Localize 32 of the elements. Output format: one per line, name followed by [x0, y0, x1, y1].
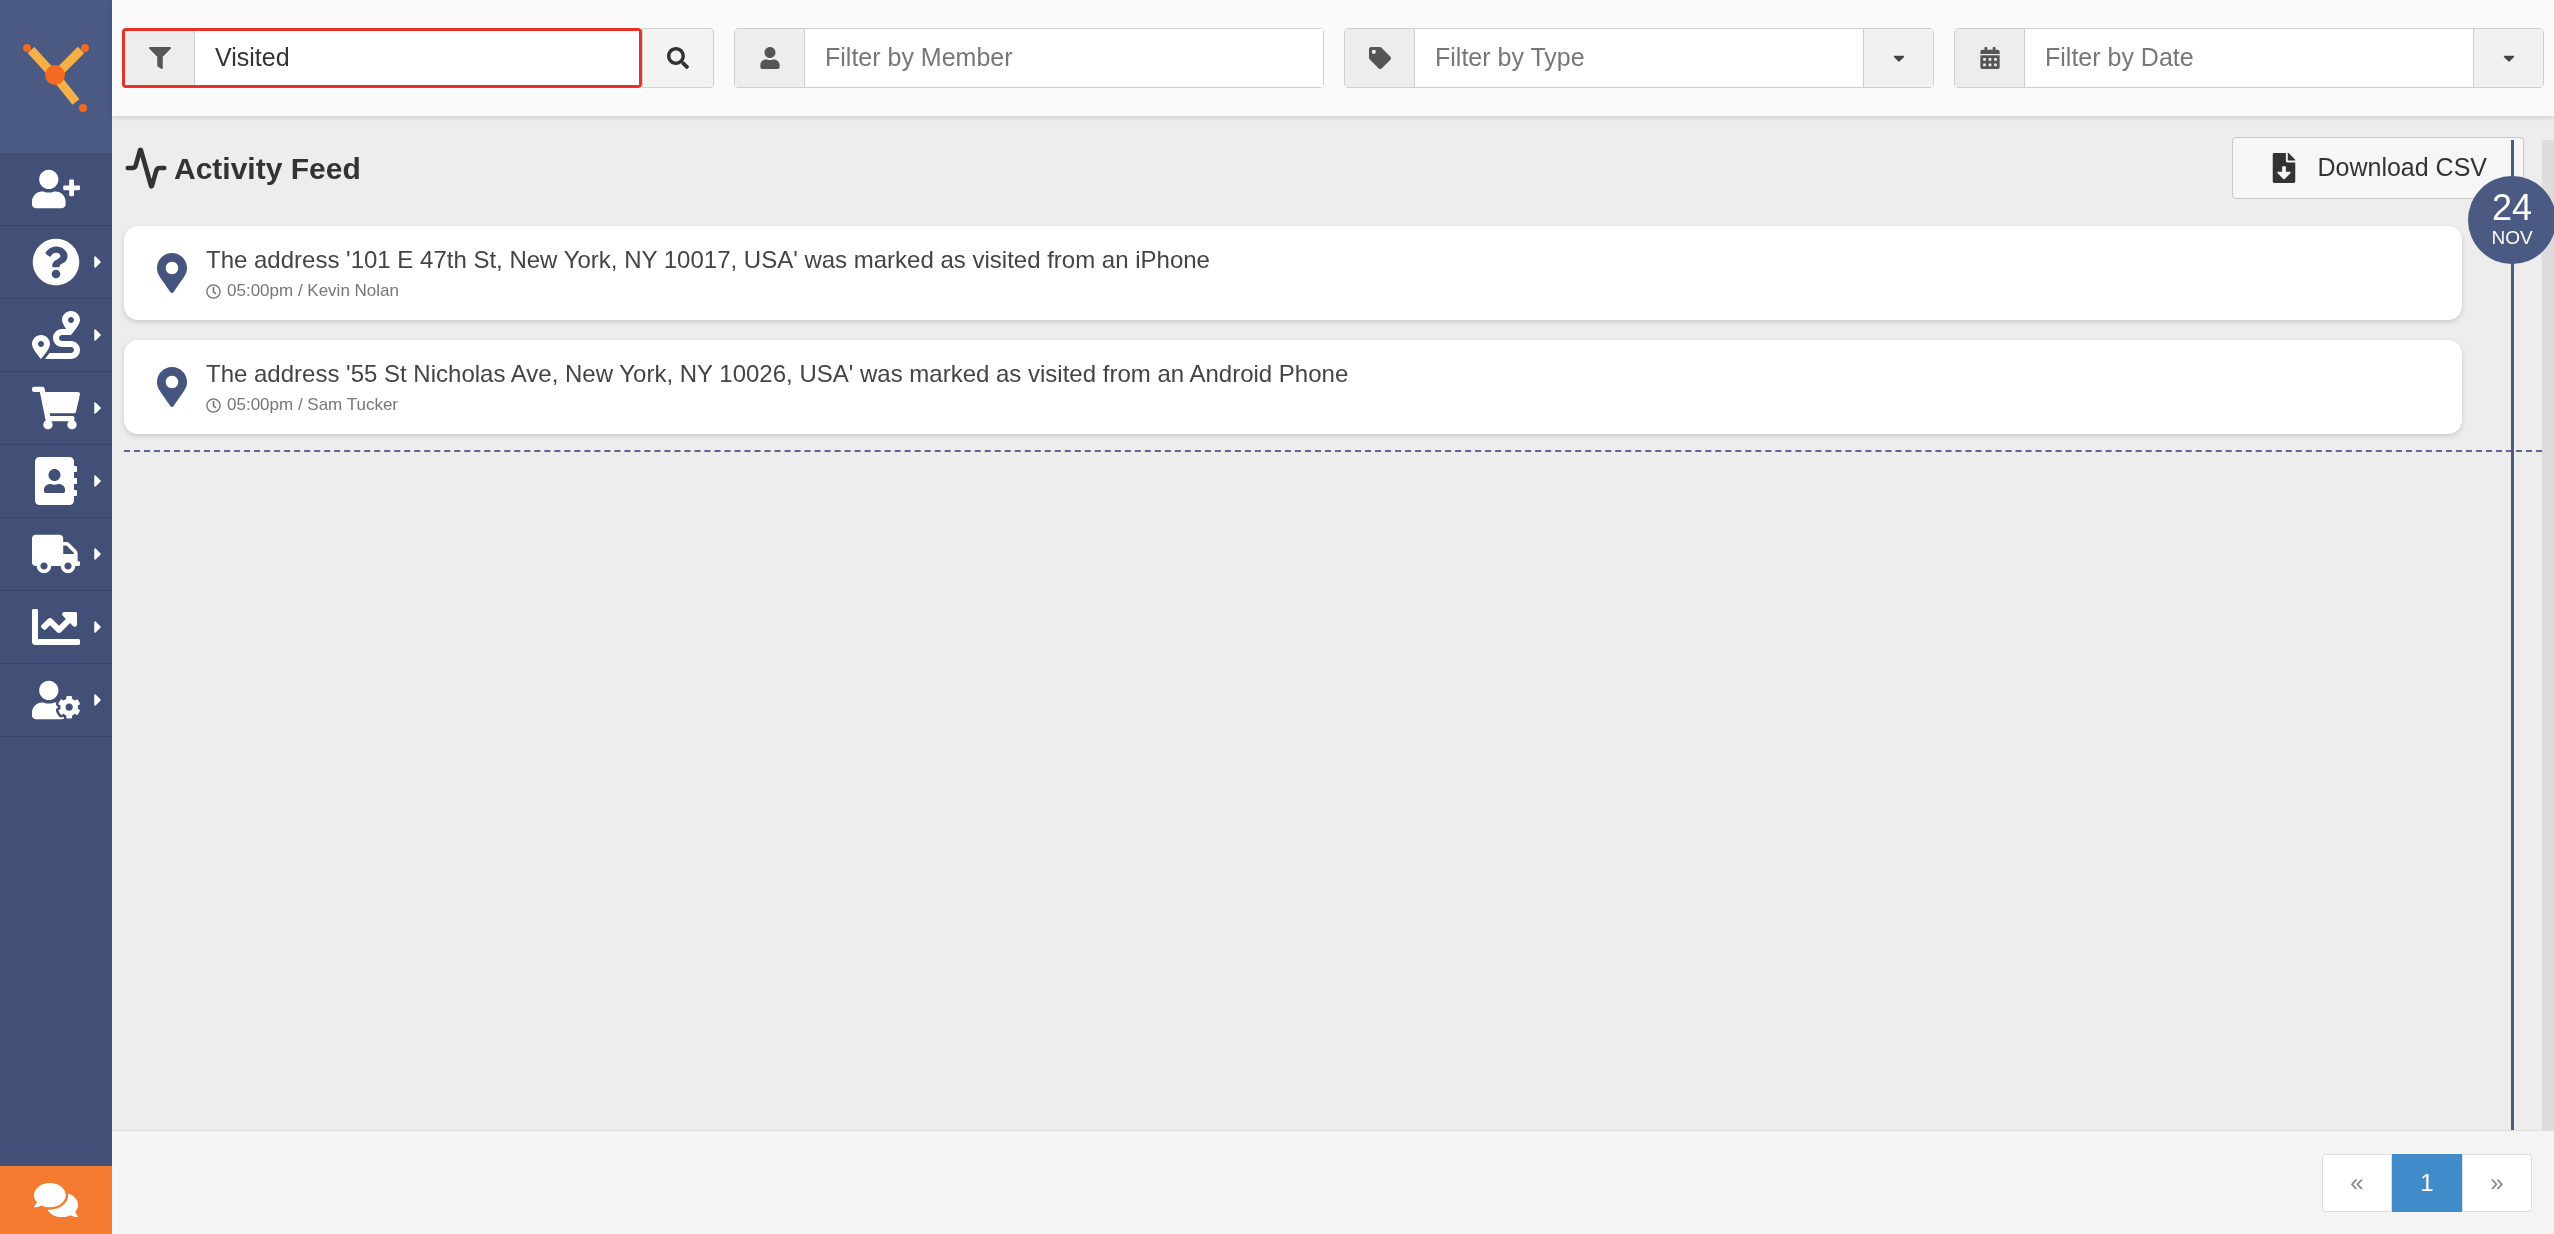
activity-meta: 05:00pm / Sam Tucker: [227, 394, 399, 417]
filter-field[interactable]: Filter by Type: [1344, 28, 1934, 88]
filter-input[interactable]: Filter by Type: [1415, 29, 1863, 87]
pagination-button[interactable]: 1: [2392, 1153, 2462, 1212]
filter-icon: [148, 47, 171, 69]
pagination-button[interactable]: «: [2322, 1153, 2392, 1212]
activity-text: The address '55 St Nicholas Ave, New York, NY 10026, USA' was marked as visited from an Android Phone: [206, 359, 1349, 390]
filter-input[interactable]: Filter by Member: [805, 29, 1323, 87]
address-book-icon: [32, 457, 80, 505]
route-icon: [32, 311, 80, 359]
search-icon: [667, 47, 689, 69]
waveform-icon: [124, 146, 168, 190]
filter-field[interactable]: Filter by Date: [1954, 28, 2544, 88]
clock-icon: [206, 397, 221, 413]
cart-icon: [32, 384, 80, 432]
filter-input[interactable]: Visited: [195, 31, 639, 85]
chat-button[interactable]: [0, 1166, 112, 1234]
calendar-icon: [1978, 47, 2001, 69]
date-month: NOV: [2491, 226, 2533, 250]
filter-input[interactable]: Filter by Date: [2025, 29, 2473, 87]
pagination-button[interactable]: »: [2462, 1153, 2532, 1212]
filter-field[interactable]: Visited: [122, 28, 642, 88]
clock-icon: [206, 283, 221, 299]
filter-field[interactable]: Filter by Member: [734, 28, 1324, 88]
user-icon: [758, 47, 781, 69]
activity-text: The address '101 E 47th St, New York, NY 10017, USA' was marked as visited from an iPhone: [206, 245, 1210, 276]
tag-icon: [1368, 47, 1391, 69]
search-button[interactable]: [642, 28, 714, 88]
page-title: Activity Feed: [174, 150, 361, 187]
logo-icon: [21, 41, 91, 112]
activity-meta: 05:00pm / Kevin Nolan: [227, 280, 399, 303]
help-icon: [32, 238, 80, 286]
